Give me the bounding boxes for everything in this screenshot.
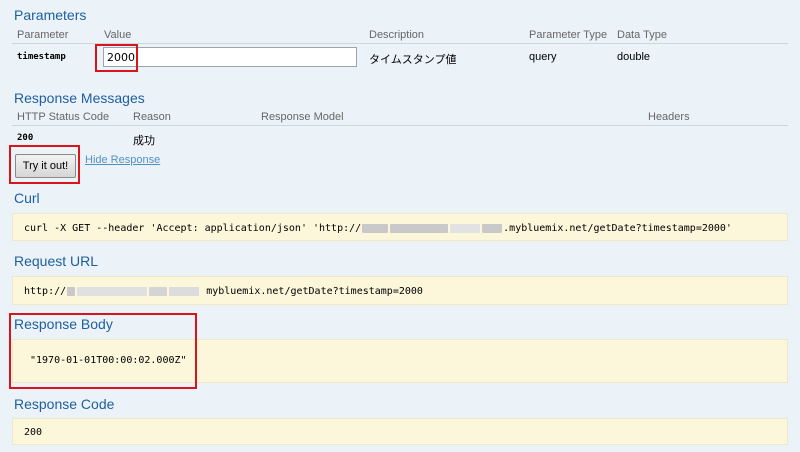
redacted-host <box>390 223 449 233</box>
curl-box: curl -X GET --header 'Accept: applicatio… <box>12 213 788 241</box>
highlight-box-value <box>95 44 138 72</box>
col-header-description: Description <box>369 29 425 41</box>
redacted-host <box>482 223 503 233</box>
redacted-host <box>450 223 481 233</box>
redacted-host <box>149 286 168 296</box>
col-header-status-code: HTTP Status Code <box>17 111 110 123</box>
parameters-heading: Parameters <box>14 7 87 23</box>
divider <box>12 125 788 126</box>
request-url-heading: Request URL <box>14 253 99 269</box>
timestamp-value-input[interactable] <box>103 47 357 67</box>
response-code-heading: Response Code <box>14 396 115 412</box>
hide-response-link[interactable]: Hide Response <box>85 154 160 166</box>
col-header-parameter-type: Parameter Type <box>529 29 608 41</box>
col-header-reason: Reason <box>133 111 171 123</box>
redacted-host <box>67 286 76 296</box>
status-code: 200 <box>17 133 34 143</box>
col-header-headers: Headers <box>648 111 690 123</box>
redacted-host <box>362 223 389 233</box>
url-prefix: http:// <box>24 286 67 297</box>
redacted-host <box>169 286 200 296</box>
param-data-type: double <box>617 51 651 63</box>
curl-command: curl -X GET --header 'Accept: applicatio… <box>24 223 732 234</box>
param-name: timestamp <box>17 52 66 62</box>
param-description: タイムスタンプ値 <box>369 54 457 66</box>
highlight-box-response-body <box>9 313 197 389</box>
response-code-box: 200 <box>12 418 788 445</box>
url-suffix: mybluemix.net/getDate?timestamp=2000 <box>206 286 423 297</box>
redacted-host <box>77 286 148 296</box>
param-type: query <box>529 51 557 63</box>
highlight-box-try <box>9 145 80 184</box>
response-code-value: 200 <box>24 427 43 438</box>
status-reason: 成功 <box>133 135 155 147</box>
curl-suffix: .mybluemix.net/getDate?timestamp=2000' <box>503 223 732 234</box>
col-header-data-type: Data Type <box>617 29 667 41</box>
col-header-response-model: Response Model <box>261 111 344 123</box>
curl-heading: Curl <box>14 190 40 206</box>
request-url: http:// mybluemix.net/getDate?timestamp=… <box>24 286 423 297</box>
request-url-box: http:// mybluemix.net/getDate?timestamp=… <box>12 276 788 305</box>
curl-prefix: curl -X GET --header 'Accept: applicatio… <box>24 223 362 234</box>
col-header-parameter: Parameter <box>17 29 69 41</box>
response-messages-heading: Response Messages <box>14 90 145 106</box>
col-header-value: Value <box>104 29 132 41</box>
